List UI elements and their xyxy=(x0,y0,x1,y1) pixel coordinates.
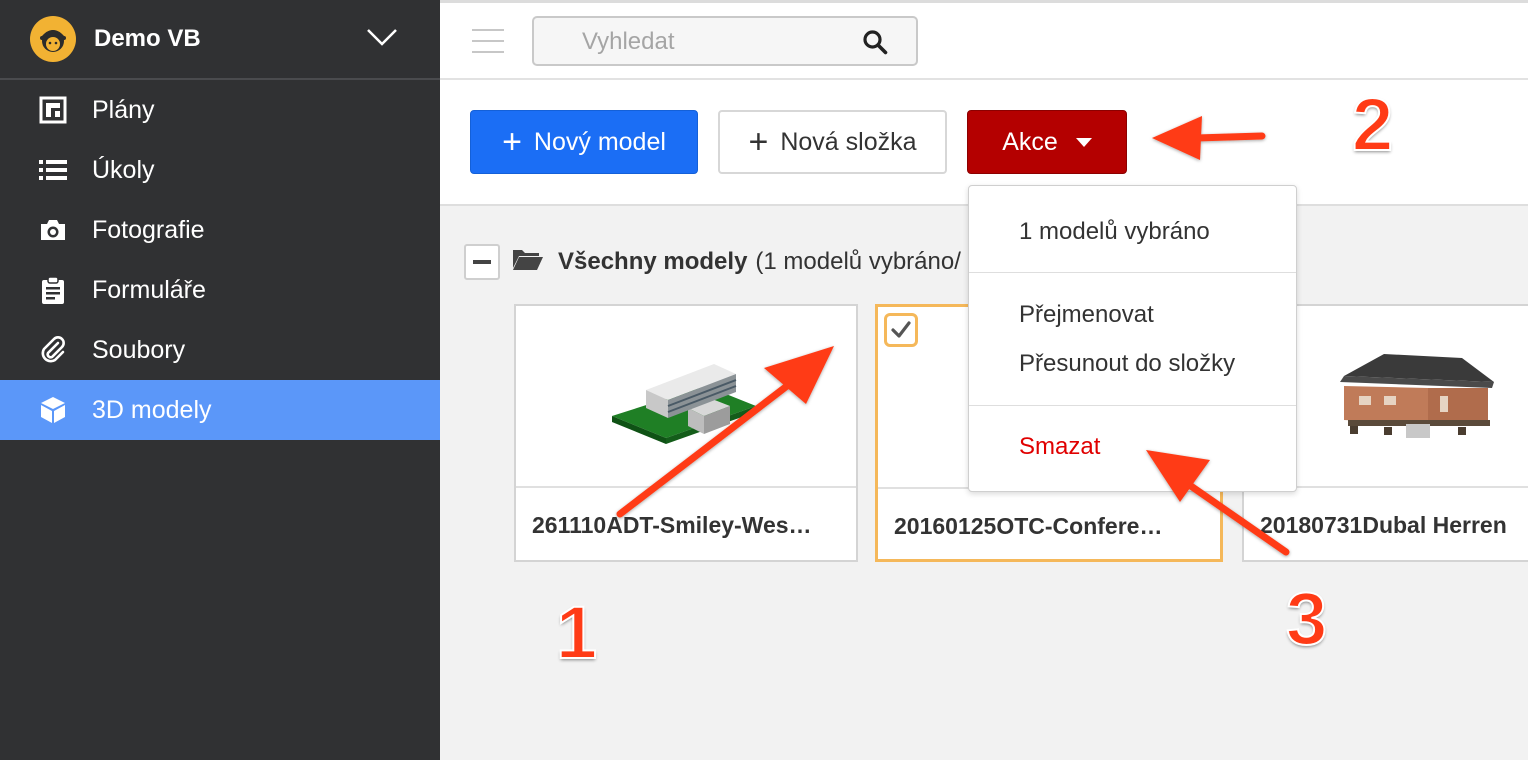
logo-icon xyxy=(30,16,76,62)
top-bar xyxy=(440,0,1528,80)
sidebar-item-3d-modely[interactable]: 3D modely xyxy=(0,380,440,440)
sidebar-item-plany[interactable]: Plány xyxy=(0,80,440,140)
model-name: 20160125OTC-Confere… xyxy=(894,513,1163,539)
sidebar-item-label: 3D modely xyxy=(92,395,212,424)
workspace-title: Demo VB xyxy=(94,25,201,52)
menu-item-rename[interactable]: Přejmenovat xyxy=(1019,301,1154,329)
breadcrumb: Všechny modely (1 modelů vybráno/ xyxy=(464,244,961,280)
workspace-switcher[interactable]: Demo VB xyxy=(0,0,440,80)
model-name: 261110ADT-Smiley-Wes… xyxy=(532,512,812,538)
search-icon[interactable] xyxy=(862,29,888,60)
clipboard-icon xyxy=(38,275,68,305)
model-thumbnail xyxy=(516,306,856,488)
breadcrumb-title[interactable]: Všechny modely xyxy=(558,248,747,276)
list-icon xyxy=(38,155,68,185)
menu-divider xyxy=(969,405,1296,406)
annotation-number-1: 1 xyxy=(555,590,598,675)
plus-icon: + xyxy=(748,123,769,161)
new-model-label: Nový model xyxy=(533,127,666,156)
menu-divider xyxy=(969,272,1296,273)
sidebar-item-fotografie[interactable]: Fotografie xyxy=(0,200,440,260)
search-input[interactable] xyxy=(580,26,854,58)
deselect-all-checkbox[interactable] xyxy=(464,244,500,280)
camera-icon xyxy=(38,215,68,245)
checkmark-icon xyxy=(891,321,911,338)
sidebar-item-ukoly[interactable]: Úkoly xyxy=(0,140,440,200)
caret-down-icon xyxy=(1075,137,1092,147)
sidebar-item-formulare[interactable]: Formuláře xyxy=(0,260,440,320)
folder-open-icon xyxy=(512,247,544,278)
annotation-number-2: 2 xyxy=(1351,82,1394,167)
sidebar-item-label: Soubory xyxy=(92,335,186,364)
new-folder-label: Nová složka xyxy=(780,127,917,156)
new-model-button[interactable]: + Nový model xyxy=(470,110,698,174)
new-folder-button[interactable]: + Nová složka xyxy=(718,110,947,174)
actions-dropdown-menu: 1 modelů vybráno Přejmenovat Přesunout d… xyxy=(968,185,1297,492)
minus-icon xyxy=(473,260,491,264)
annotation-number-3: 3 xyxy=(1285,576,1328,661)
selection-count: (1 modelů vybráno/ xyxy=(755,248,961,275)
search-box[interactable] xyxy=(532,16,918,66)
cube-icon xyxy=(38,395,68,425)
chevron-down-icon[interactable] xyxy=(366,28,398,51)
selected-count-label: 1 modelů vybráno xyxy=(1019,218,1210,245)
menu-item-move-to-folder[interactable]: Přesunout do složky xyxy=(1019,350,1235,378)
checkbox-checked[interactable] xyxy=(884,313,918,347)
plus-icon: + xyxy=(502,123,522,161)
model-name: 20180731Dubal Herren xyxy=(1260,512,1507,538)
sidebar-item-label: Plány xyxy=(92,95,155,124)
sidebar-item-label: Formuláře xyxy=(92,275,206,304)
model-card[interactable]: 261110ADT-Smiley-Wes… xyxy=(514,304,858,562)
sidebar-item-soubory[interactable]: Soubory xyxy=(0,320,440,380)
menu-item-delete[interactable]: Smazat xyxy=(1019,433,1100,461)
paperclip-icon xyxy=(38,335,68,365)
plans-icon xyxy=(38,95,68,125)
hamburger-menu-icon[interactable] xyxy=(472,29,504,62)
sidebar: Demo VB Plány Úkoly Fotografie Formuláře… xyxy=(0,0,440,760)
actions-button[interactable]: Akce xyxy=(967,110,1127,174)
sidebar-item-label: Fotografie xyxy=(92,215,205,244)
actions-label: Akce xyxy=(1002,127,1058,156)
sidebar-item-label: Úkoly xyxy=(92,155,155,184)
